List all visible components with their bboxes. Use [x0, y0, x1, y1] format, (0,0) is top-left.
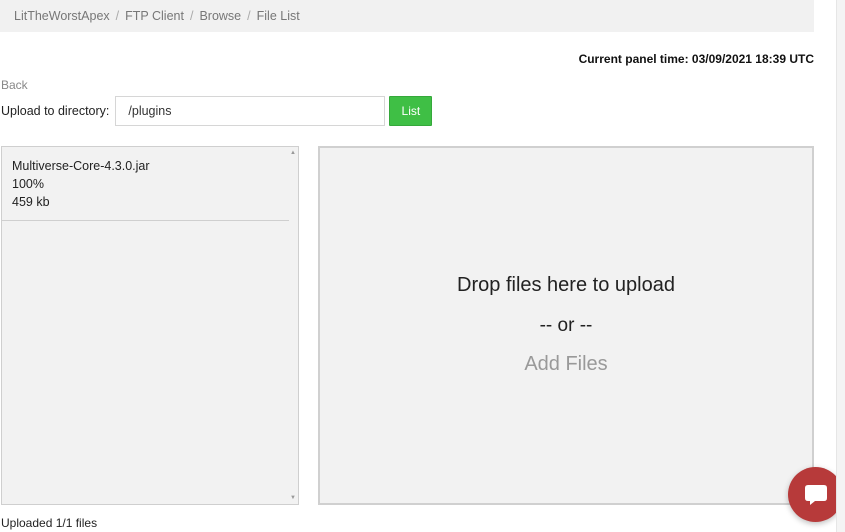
- chat-button[interactable]: [788, 467, 843, 522]
- file-list-item: Multiverse-Core-4.3.0.jar 100% 459 kb: [2, 147, 289, 221]
- list-button[interactable]: List: [389, 96, 433, 126]
- breadcrumb-item-file-list: File List: [256, 9, 300, 23]
- scroll-down-icon[interactable]: ▼: [290, 495, 296, 501]
- breadcrumb-item-browse[interactable]: Browse: [199, 9, 241, 23]
- breadcrumb-item-ftp-client[interactable]: FTP Client: [125, 9, 184, 23]
- chat-bubble-icon: [804, 484, 827, 505]
- back-link[interactable]: Back: [1, 78, 28, 92]
- upload-status: Uploaded 1/1 files: [1, 516, 98, 530]
- breadcrumb-separator: /: [115, 9, 120, 23]
- upload-directory-row: Upload to directory: List: [1, 96, 433, 126]
- drop-files-text: Drop files here to upload: [457, 274, 675, 296]
- file-progress: 100%: [12, 177, 44, 191]
- breadcrumb-separator: /: [189, 9, 194, 23]
- file-panel-scrollbar[interactable]: ▲ ▼: [288, 147, 298, 504]
- or-separator-text: -- or --: [539, 315, 593, 336]
- file-size: 459 kb: [12, 195, 50, 209]
- breadcrumb-item-server[interactable]: LitTheWorstApex: [14, 9, 110, 23]
- upload-directory-label: Upload to directory:: [1, 104, 110, 118]
- upload-directory-input[interactable]: [115, 96, 386, 126]
- scroll-up-icon[interactable]: ▲: [290, 150, 296, 156]
- file-drop-zone[interactable]: Drop files here to upload -- or -- Add F…: [318, 146, 814, 505]
- file-name: Multiverse-Core-4.3.0.jar: [12, 159, 150, 173]
- add-files-button[interactable]: Add Files: [320, 353, 812, 376]
- panel-time: Current panel time: 03/09/2021 18:39 UTC: [578, 52, 814, 66]
- uploaded-files-panel[interactable]: Multiverse-Core-4.3.0.jar 100% 459 kb ▲ …: [1, 146, 299, 505]
- page-scrollbar[interactable]: [836, 0, 845, 532]
- breadcrumb-separator: /: [247, 9, 251, 23]
- breadcrumb: LitTheWorstApex / FTP Client / Browse / …: [0, 0, 814, 32]
